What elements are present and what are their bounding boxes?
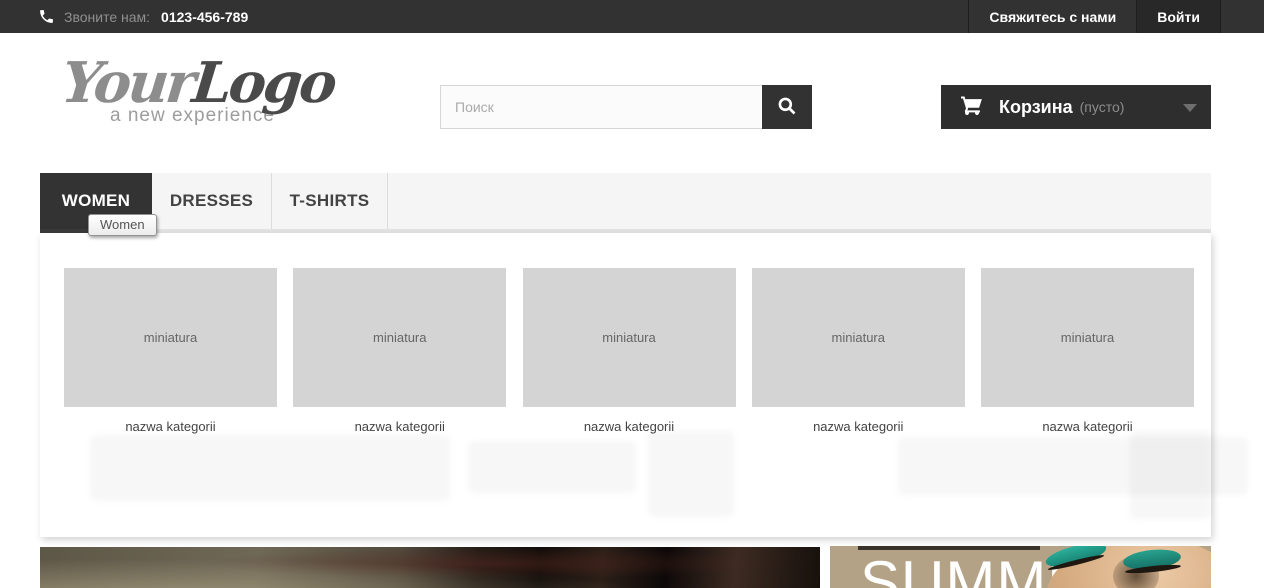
nav-item-dresses[interactable]: DRESSES [152, 173, 272, 229]
phone-number: 0123-456-789 [161, 8, 249, 25]
category-name[interactable]: nazwa kategorii [64, 419, 277, 434]
nav-item-tshirts[interactable]: T-SHIRTS [272, 173, 388, 229]
women-mega-menu: miniatura nazwa kategorii miniatura nazw… [40, 233, 1248, 537]
topbar-links: Свяжитесь с нами Войти [968, 0, 1264, 33]
homepage-slider: SUMMER [0, 546, 1264, 588]
category-thumbnail[interactable]: miniatura [981, 268, 1194, 407]
phone-icon [38, 8, 55, 25]
login-link[interactable]: Войти [1136, 0, 1221, 33]
category-row: miniatura nazwa kategorii miniatura nazw… [40, 233, 1211, 434]
logo-word-your: Your [58, 50, 197, 116]
category-item[interactable]: miniatura nazwa kategorii [64, 268, 277, 434]
contact-us-link[interactable]: Свяжитесь с нами [968, 0, 1136, 33]
main-nav: WOMEN DRESSES T-SHIRTS [40, 173, 1211, 229]
category-item[interactable]: miniatura nazwa kategorii [751, 268, 965, 434]
logo-word-logo: Logo [189, 50, 338, 116]
category-item[interactable]: miniatura nazwa kategorii [293, 268, 507, 434]
model-face-image [1021, 546, 1211, 588]
header: YourLogo a new experience Корзина (пусто… [0, 33, 1264, 172]
topbar-spacer [1221, 0, 1264, 33]
cart-empty-status: (пусто) [1079, 99, 1125, 115]
cart-dropdown[interactable]: Корзина (пусто) [941, 85, 1211, 129]
ghost-artifact [1130, 431, 1211, 519]
nav-tooltip: Women [88, 214, 157, 236]
ghost-artifact [648, 431, 734, 517]
topbar: Звоните нам: 0123-456-789 Свяжитесь с на… [0, 0, 1264, 33]
call-us-block: Звоните нам: 0123-456-789 [0, 8, 248, 25]
search-button[interactable] [762, 85, 812, 129]
summer-banner[interactable]: SUMMER [830, 546, 1211, 588]
chevron-down-icon [1183, 104, 1197, 112]
category-name[interactable]: nazwa kategorii [293, 419, 506, 434]
search-box [440, 85, 812, 129]
store-logo[interactable]: YourLogo a new experience [59, 50, 338, 127]
ghost-artifact [468, 441, 636, 493]
category-item[interactable]: miniatura nazwa kategorii [522, 268, 736, 434]
category-thumbnail[interactable]: miniatura [64, 268, 277, 407]
category-thumbnail[interactable]: miniatura [751, 268, 965, 407]
category-thumbnail[interactable]: miniatura [522, 268, 736, 407]
logo-text: YourLogo [59, 50, 338, 116]
ghost-artifact [90, 435, 450, 501]
search-input[interactable] [440, 85, 762, 129]
category-item[interactable]: miniatura nazwa kategorii [981, 268, 1194, 434]
cart-icon [959, 93, 985, 122]
category-thumbnail[interactable]: miniatura [293, 268, 507, 407]
slider-photo-banner[interactable] [40, 547, 820, 588]
search-icon [777, 96, 797, 119]
cart-label: Корзина [999, 96, 1073, 117]
call-us-label: Звоните нам: [64, 8, 151, 25]
category-name[interactable]: nazwa kategorii [752, 419, 965, 434]
